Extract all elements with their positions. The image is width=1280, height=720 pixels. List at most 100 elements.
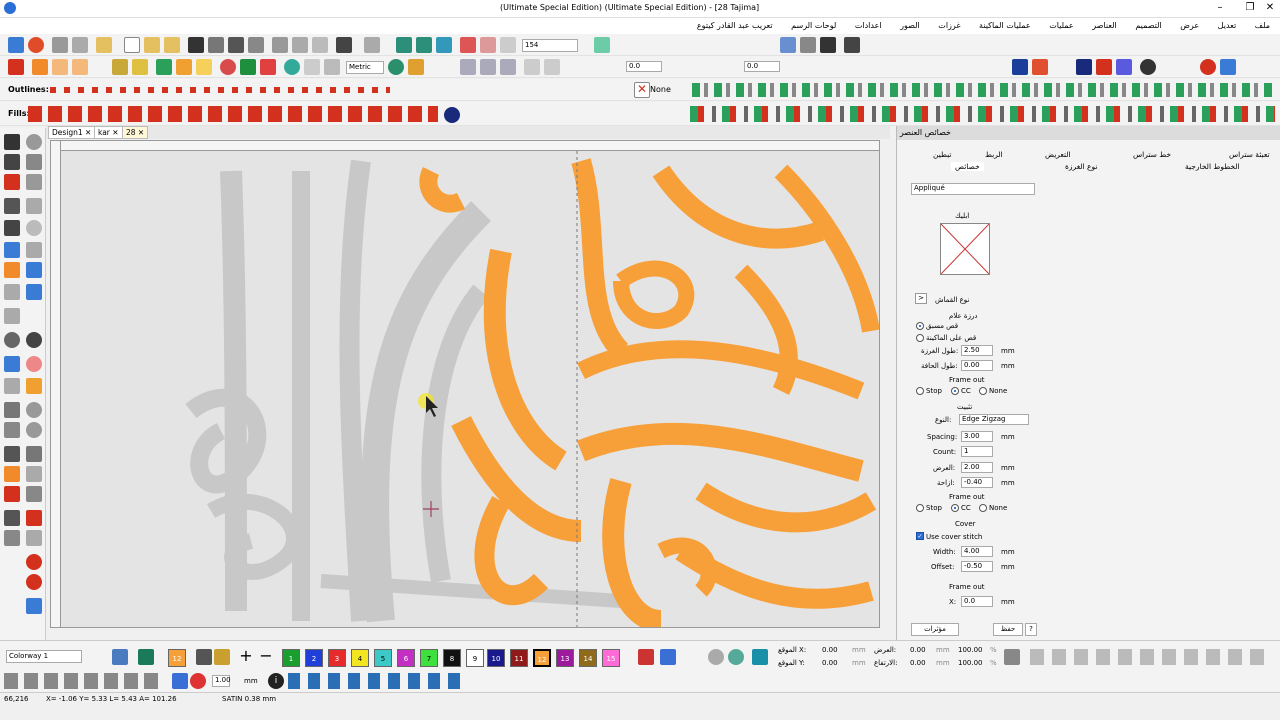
- color-swatch-8[interactable]: 8: [443, 649, 461, 667]
- select-icon[interactable]: [1012, 59, 1028, 75]
- height-value[interactable]: 0.00: [910, 659, 926, 667]
- menu-objects[interactable]: العناصر: [1092, 18, 1117, 34]
- list-tool-icon[interactable]: [4, 530, 20, 546]
- color-swatch-5[interactable]: 5: [374, 649, 392, 667]
- open-recent-icon[interactable]: [164, 37, 180, 53]
- branch-icon[interactable]: [4, 220, 20, 236]
- reshape-icon[interactable]: [1032, 59, 1048, 75]
- sequin-icon[interactable]: [132, 59, 148, 75]
- fill-styles[interactable]: [28, 106, 438, 122]
- home-icon[interactable]: [8, 37, 24, 53]
- table-tool-icon[interactable]: [4, 510, 20, 526]
- color-swatch-12[interactable]: 12: [533, 649, 551, 667]
- print-icon[interactable]: [228, 37, 244, 53]
- triple-run-icon[interactable]: [52, 59, 68, 75]
- hoop-color-icon[interactable]: [752, 649, 768, 665]
- decor-icon[interactable]: [26, 510, 42, 526]
- count-input[interactable]: 1: [961, 446, 993, 457]
- fill-tool-icon[interactable]: [4, 308, 20, 324]
- scale-y-value[interactable]: 100.00: [958, 659, 983, 667]
- sphere-icon[interactable]: [708, 649, 724, 665]
- circle-icon[interactable]: [1140, 59, 1156, 75]
- hoop-icon[interactable]: [284, 59, 300, 75]
- remove-color-icon[interactable]: −: [258, 648, 274, 665]
- colors-icon[interactable]: [1220, 59, 1236, 75]
- embroidery-design[interactable]: [61, 151, 880, 628]
- tack-type-select[interactable]: Edge Zigzag: [959, 414, 1029, 425]
- color-swatch-1[interactable]: 1: [282, 649, 300, 667]
- moon-icon[interactable]: [444, 107, 460, 123]
- color-swatch-14[interactable]: 14: [579, 649, 597, 667]
- tab-rhinestone-fill[interactable]: تعبئة ستراس: [1229, 150, 1270, 159]
- use-cover-checkbox[interactable]: ✓: [916, 532, 924, 540]
- effects-button[interactable]: مؤثرات: [911, 623, 959, 636]
- outline-styles[interactable]: [50, 87, 390, 93]
- export-icon[interactable]: [416, 37, 432, 53]
- shape-tools[interactable]: [4, 673, 164, 689]
- zigzag-tool-icon[interactable]: [4, 466, 20, 482]
- new-file-icon[interactable]: [124, 37, 140, 53]
- zoom-input[interactable]: 154: [522, 39, 578, 52]
- color-swatch-9[interactable]: 9: [466, 649, 484, 667]
- width-value[interactable]: 0.00: [910, 646, 926, 654]
- run-tool-icon[interactable]: [4, 284, 20, 300]
- frame-stop-radio[interactable]: [916, 387, 924, 395]
- edge-length-input[interactable]: 0.00: [961, 360, 993, 371]
- wilcom-icon[interactable]: [28, 37, 44, 53]
- no-color-icon[interactable]: ✕: [634, 82, 650, 98]
- pattern-tool-icon[interactable]: [4, 486, 20, 502]
- thread-list-icon[interactable]: [660, 649, 676, 665]
- info-icon[interactable]: i: [268, 673, 284, 689]
- colorway-select[interactable]: Colorway 1: [6, 650, 82, 663]
- tab-stitch-type[interactable]: نوع الغرزة: [1065, 162, 1098, 171]
- menu-machine[interactable]: عمليات الماكينة: [979, 18, 1031, 34]
- backstitch-icon[interactable]: [72, 59, 88, 75]
- tab-underlay[interactable]: تبطين: [933, 150, 951, 159]
- color-swatch-3[interactable]: 3: [328, 649, 346, 667]
- close-button[interactable]: ✕: [1260, 2, 1280, 13]
- view-icon[interactable]: [780, 37, 796, 53]
- zoom-in-icon[interactable]: [460, 37, 476, 53]
- circle-tool-icon[interactable]: [26, 402, 42, 418]
- rectangle-icon[interactable]: [26, 198, 42, 214]
- type-select[interactable]: Appliqué: [911, 183, 1035, 195]
- menu-settings[interactable]: اعدادات: [855, 18, 882, 34]
- align-icon[interactable]: [500, 59, 516, 75]
- save-as-icon[interactable]: [208, 37, 224, 53]
- flower-icon[interactable]: [26, 554, 42, 570]
- zoom-out-icon[interactable]: [480, 37, 496, 53]
- stitch-grid-icon[interactable]: [1096, 59, 1112, 75]
- redo-icon[interactable]: [364, 37, 380, 53]
- tab-28[interactable]: 28 ✕: [122, 126, 149, 139]
- letters-icon[interactable]: [176, 59, 192, 75]
- satin-tool-icon[interactable]: [4, 262, 20, 278]
- polyline-select-icon[interactable]: [4, 154, 20, 170]
- arrow-tool-icon[interactable]: [26, 530, 42, 546]
- view2-icon[interactable]: [800, 37, 816, 53]
- diamond-icon[interactable]: [1116, 59, 1132, 75]
- color-swatch-15[interactable]: 15: [602, 649, 620, 667]
- save-design-icon[interactable]: [820, 37, 836, 53]
- stitch-size-input[interactable]: 1.00: [212, 675, 231, 687]
- precut-radio[interactable]: [916, 322, 924, 330]
- zoom-box-icon[interactable]: [500, 37, 516, 53]
- fill-none-label[interactable]: None: [650, 85, 671, 94]
- globe-icon[interactable]: [728, 649, 744, 665]
- stop-icon[interactable]: [1200, 59, 1216, 75]
- pos-x-value[interactable]: 0.00: [822, 646, 838, 654]
- design-canvas[interactable]: [50, 140, 880, 628]
- eyedropper-icon[interactable]: [196, 649, 212, 665]
- motif-icon[interactable]: [112, 59, 128, 75]
- print-preview-icon[interactable]: [248, 37, 264, 53]
- menu-credit[interactable]: تعريب عبد القادر كيتوع: [697, 18, 773, 34]
- calendar-icon[interactable]: [324, 59, 340, 75]
- cover-width-input[interactable]: 4.00: [961, 546, 993, 557]
- angle-input-1[interactable]: 0.0: [626, 61, 662, 72]
- measure-tool-icon[interactable]: [26, 598, 42, 614]
- shirt-icon[interactable]: [240, 59, 256, 75]
- outline-tool-icon[interactable]: [4, 242, 20, 258]
- shirt-color-icon[interactable]: [138, 649, 154, 665]
- cut-icon[interactable]: [272, 37, 288, 53]
- rotate-tool-icon[interactable]: [26, 134, 42, 150]
- folder-icon[interactable]: [96, 37, 112, 53]
